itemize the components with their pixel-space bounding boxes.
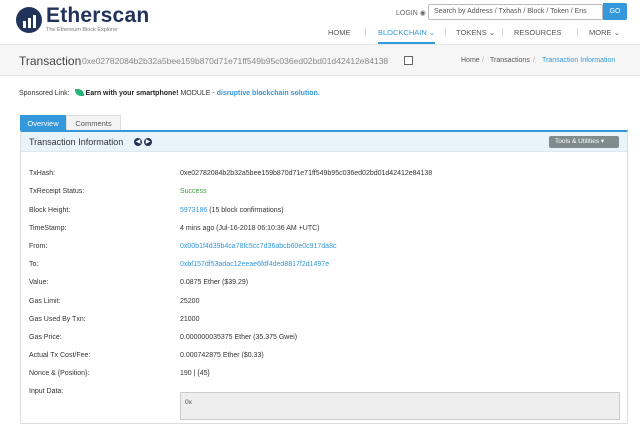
block-confirmations: (15 block confirmations) [209,207,284,214]
transaction-hash-title: 0xe02782084b2b32a5bee159b870d71e71ff549b… [82,56,389,66]
nav-home[interactable]: HOME [328,28,351,44]
value-txhash: 0xe02782084b2b32a5bee159b870d71e71ff549b… [180,170,433,177]
label-value: Value: [29,279,49,286]
label-gas-limit: Gas Limit: [29,298,61,305]
label-block-height: Block Height: [29,207,71,214]
label-to: To: [29,261,39,268]
copy-icon[interactable] [404,56,413,65]
next-arrow-icon[interactable]: ▶ [144,138,152,146]
value-tx-fee: 0.000742875 Ether ($0.33) [180,352,264,359]
login-link[interactable]: LOGIN ◉ [396,9,426,17]
sponsored-link: Sponsored Link: Earn with your smartphon… [19,89,320,97]
value-status: Success [180,188,207,195]
value-gas-price: 0.000000035375 Ether (35.375 Gwei) [180,334,298,341]
chevron-down-icon: ⌄ [428,28,436,37]
nav-blockchain[interactable]: BLOCKCHAIN ⌄ [378,28,436,44]
nav-divider [445,28,446,37]
nav-more[interactable]: MORE ⌄ [589,28,620,44]
value-timestamp: 4 mins ago (Jul-16-2018 06:10:36 AM +UTC… [180,225,320,232]
breadcrumb-current: Transaction Information [542,57,616,64]
logo-chart-icon [16,6,42,33]
value-from-address[interactable]: 0x00b1f4d39b4ca78fc5cc7d36abcb60e0c917da… [180,243,336,250]
breadcrumb-separator: / [482,57,484,64]
label-tx-fee: Actual Tx Cost/Fee: [29,352,91,359]
panel-title: Transaction Information [29,137,124,147]
prev-arrow-icon[interactable]: ◀ [134,138,142,146]
chevron-down-icon: ⌄ [613,28,620,37]
tab-overview[interactable]: Overview [20,115,66,130]
input-data-field[interactable]: 0x [180,392,620,420]
leaf-icon [74,89,84,96]
nav-divider [577,28,578,37]
nav-divider [365,28,366,37]
sponsor-middle: MODULE - [180,90,215,97]
sponsor-headline[interactable]: Earn with your smartphone! [86,90,179,97]
breadcrumb-home[interactable]: Home [461,57,480,64]
transaction-panel: Transaction Information ◀ ▶ Tools & Util… [20,130,628,424]
search-input[interactable]: Search by Address / Txhash / Block / Tok… [428,4,603,20]
brand-tagline: The Ethereum Block Explorer [46,27,118,33]
etherscan-logo[interactable]: Etherscan The Ethereum Block Explorer [16,4,150,33]
label-nonce: Nonce & {Position}: [29,370,90,377]
value-to-address[interactable]: 0xbf157df53adac12eeae6fdf4ded8817f2d1497… [180,261,329,268]
label-input-data: Input Data: [29,388,64,395]
search-go-button[interactable]: GO [603,3,627,20]
label-timestamp: TimeStamp: [29,225,67,232]
label-txhash: TxHash: [29,170,56,177]
breadcrumb-separator: / [533,57,535,64]
value-block-height[interactable]: 5973186 [180,207,207,214]
nav-resources[interactable]: RESOURCES [514,28,562,44]
value-gas-used: 21000 [180,316,200,323]
site-header: Etherscan The Ethereum Block Explorer LO… [0,0,640,44]
label-gas-used: Gas Used By Txn: [29,316,86,323]
caret-down-icon: ▾ [600,138,605,145]
chevron-down-icon: ⌄ [488,28,496,37]
value-amount: 0.0875 Ether ($39.29) [180,279,249,286]
nav-divider [502,28,503,37]
nav-tokens[interactable]: TOKENS ⌄ [456,28,495,44]
value-nonce: 190 | {45} [180,370,210,377]
tools-utilities-button[interactable]: Tools & Utilities ▾ [549,136,619,148]
label-status: TxReceipt Status: [29,188,85,195]
tab-comments[interactable]: Comments [66,115,121,130]
label-from: From: [29,243,48,250]
breadcrumb-transactions[interactable]: Transactions [490,57,530,64]
brand-name: Etherscan [46,4,150,27]
page-titlebar: Transaction 0xe02782084b2b32a5bee159b870… [0,44,640,76]
page-title: Transaction [19,54,82,68]
value-gas-limit: 25200 [180,298,200,305]
sponsor-link[interactable]: disruptive blockchain solution. [217,90,320,97]
panel-header: Transaction Information ◀ ▶ Tools & Util… [21,132,627,152]
lock-icon: ◉ [419,10,426,17]
label-gas-price: Gas Price: [29,334,62,341]
